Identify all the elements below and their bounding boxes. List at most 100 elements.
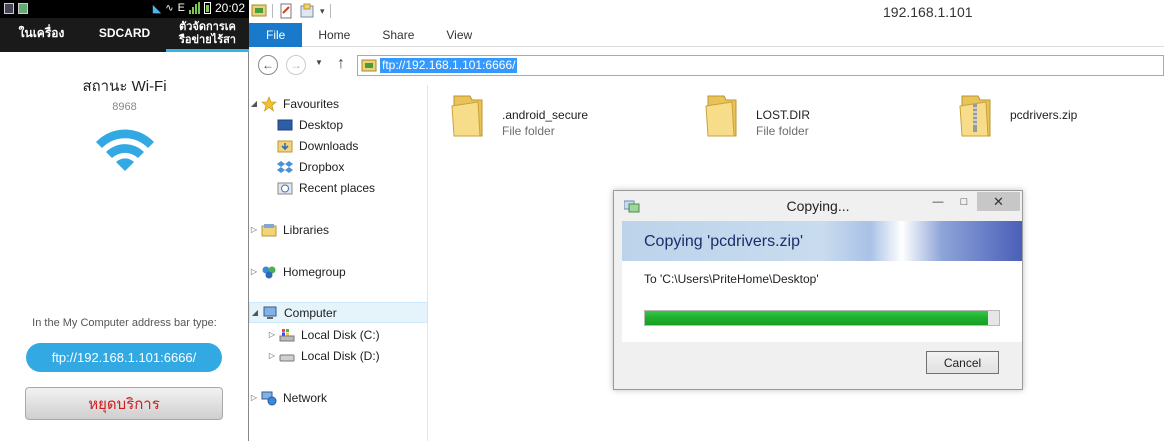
file-type: File folder: [502, 124, 555, 138]
copy-progress-bar: [644, 310, 1000, 326]
nav-homegroup-label: Homegroup: [283, 264, 346, 279]
address-hint: In the My Computer address bar type:: [32, 317, 217, 329]
desktop-icon: [277, 119, 293, 130]
drive-icon: [279, 354, 295, 361]
navigation-bar: ← → ▼ ↑ ftp://192.168.1.101:6666/: [249, 48, 1164, 83]
file-name: pcdrivers.zip: [1010, 108, 1078, 122]
copy-destination: To 'C:\Users\PriteHome\Desktop': [644, 272, 819, 286]
notification-icon: [4, 3, 14, 14]
computer-icon: [263, 306, 277, 319]
new-folder-icon[interactable]: [299, 3, 315, 19]
homegroup-icon: [262, 266, 276, 278]
forward-arrow-icon[interactable]: →: [286, 55, 306, 75]
dialog-body: To 'C:\Users\PriteHome\Desktop': [622, 261, 1022, 342]
file-name: .android_secure: [502, 108, 589, 122]
nav-dropbox-label: Dropbox: [299, 159, 345, 174]
ribbon-tabs: File Home Share View: [249, 23, 1164, 47]
nav-desktop-label: Desktop: [299, 117, 344, 132]
tab-view[interactable]: View: [430, 23, 488, 47]
nav-local-disk-c-label: Local Disk (C:): [301, 327, 380, 342]
ftp-address-pill: ftp://192.168.1.101:6666/: [26, 343, 222, 372]
battery-icon: [203, 2, 211, 14]
file-explorer-window: ▾ 192.168.1.101 File Home Share View ← →…: [249, 0, 1164, 441]
folder-icon: [705, 95, 737, 137]
signal-icon: [188, 2, 200, 14]
expand-arrow-icon[interactable]: ▷: [249, 393, 259, 402]
libraries-icon: [261, 223, 277, 236]
minimize-button[interactable]: —: [925, 192, 951, 211]
expand-arrow-icon[interactable]: ▷: [249, 267, 259, 276]
nav-recent-places[interactable]: Recent places: [249, 177, 428, 198]
nav-downloads[interactable]: Downloads: [249, 135, 428, 156]
copy-progress-dialog: Copying... — □ ✕ Copying 'pcdrivers.zip'…: [613, 190, 1023, 390]
tab-file[interactable]: File: [249, 23, 303, 47]
downloads-folder-icon: [277, 140, 293, 152]
nav-local-disk-c[interactable]: ▷ Local Disk (C:): [249, 324, 428, 345]
port-number: 8968: [112, 101, 137, 113]
expand-arrow-icon[interactable]: ▷: [267, 351, 277, 360]
nav-local-disk-d[interactable]: ▷ Local Disk (D:): [249, 345, 428, 366]
file-name: LOST.DIR: [756, 108, 811, 122]
tab-share[interactable]: Share: [366, 23, 430, 47]
nav-computer-label: Computer: [284, 305, 337, 320]
nav-computer[interactable]: ◢ Computer: [249, 302, 428, 323]
ftp-window-icon: [251, 4, 267, 17]
nav-favourites[interactable]: ◢ Favourites: [249, 93, 428, 114]
nav-network-label: Network: [283, 390, 328, 405]
address-bar[interactable]: ftp://192.168.1.101:6666/: [357, 55, 1164, 76]
folder-icon: [451, 95, 483, 137]
nav-network[interactable]: ▷ Network: [249, 387, 428, 408]
nav-dropbox[interactable]: Dropbox: [249, 156, 428, 177]
dropbox-icon: [277, 160, 293, 173]
tab-wireless-manager[interactable]: ตัวจัดการเค รือข่ายไร้สา: [166, 18, 249, 52]
tab-wireless-line1: ตัวจัดการเค: [179, 20, 236, 33]
wifi-status-icon: ◣: [152, 2, 162, 15]
image-notification-icon: [18, 3, 28, 14]
recent-locations-dropdown-icon[interactable]: ▼: [315, 58, 323, 67]
android-phone-panel: ◣ ∿ E 20:02 ในเครื่อง SDCARD ตัวจัดการเค…: [0, 0, 249, 441]
expand-arrow-icon[interactable]: ▷: [249, 225, 259, 234]
maximize-button[interactable]: □: [951, 192, 977, 211]
nav-local-disk-d-label: Local Disk (D:): [301, 348, 380, 363]
collapse-arrow-icon[interactable]: ◢: [250, 308, 260, 317]
recent-places-icon: [277, 182, 293, 194]
vibrate-icon: ∿: [165, 2, 174, 14]
expand-arrow-icon[interactable]: ▷: [267, 330, 277, 339]
tab-sdcard[interactable]: SDCARD: [83, 18, 166, 52]
collapse-arrow-icon[interactable]: ◢: [249, 99, 259, 108]
address-text[interactable]: ftp://192.168.1.101:6666/: [380, 58, 518, 73]
nav-libraries[interactable]: ▷ Libraries: [249, 219, 428, 240]
properties-icon[interactable]: [278, 3, 294, 19]
nav-desktop[interactable]: Desktop: [249, 114, 428, 135]
system-drive-icon: [279, 328, 295, 341]
zip-folder-icon: [959, 95, 991, 137]
nav-homegroup[interactable]: ▷ Homegroup: [249, 261, 428, 282]
network-type-label: E: [177, 2, 185, 14]
back-arrow-icon[interactable]: ←: [258, 55, 278, 75]
close-button[interactable]: ✕: [977, 192, 1020, 211]
quick-access-toolbar: ▾: [251, 3, 331, 19]
qat-dropdown-icon[interactable]: ▾: [320, 6, 325, 17]
up-arrow-icon[interactable]: ↑: [337, 55, 345, 73]
progress-fill: [645, 311, 989, 325]
ftp-location-icon: [361, 59, 377, 72]
navigation-pane: ◢ Favourites Desktop Downloads Dropbox R…: [249, 85, 428, 441]
tab-local[interactable]: ในเครื่อง: [0, 18, 83, 52]
file-type: File folder: [756, 124, 809, 138]
window-title: 192.168.1.101: [883, 4, 973, 20]
copy-heading: Copying 'pcdrivers.zip': [644, 233, 804, 250]
phone-tab-bar: ในเครื่อง SDCARD ตัวจัดการเค รือข่ายไร้สา: [0, 18, 249, 52]
tab-home[interactable]: Home: [302, 23, 366, 47]
window-titlebar: ▾ 192.168.1.101: [249, 0, 1164, 23]
nav-favourites-label: Favourites: [283, 96, 340, 111]
status-bar: ◣ ∿ E 20:02: [0, 0, 249, 18]
wifi-state-label: สถานะ Wi-Fi: [82, 78, 167, 95]
status-time: 20:02: [214, 1, 245, 15]
tab-wireless-line2: รือข่ายไร้สา: [179, 33, 236, 46]
nav-libraries-label: Libraries: [283, 222, 330, 237]
cancel-button[interactable]: Cancel: [926, 351, 999, 374]
nav-recent-places-label: Recent places: [299, 180, 376, 195]
stop-service-button[interactable]: หยุดบริการ: [25, 387, 223, 420]
dialog-banner: Copying 'pcdrivers.zip': [622, 221, 1022, 261]
star-icon: [261, 95, 277, 112]
